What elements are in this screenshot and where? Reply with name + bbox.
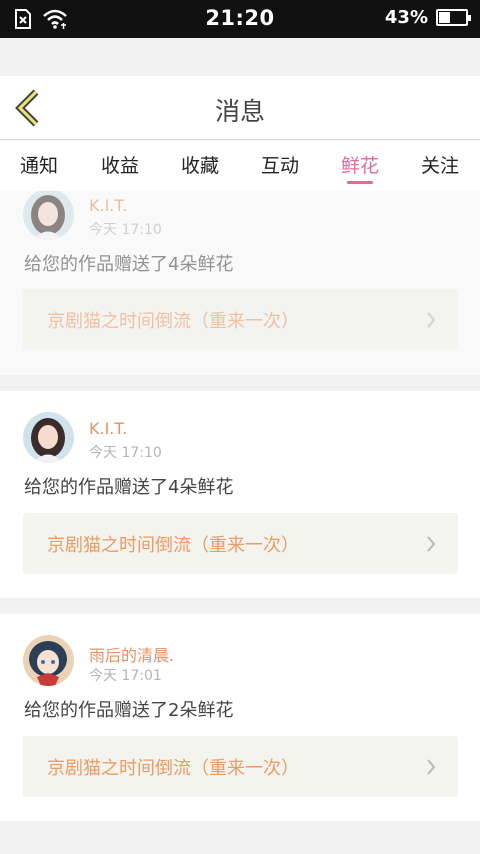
top-spacer xyxy=(0,38,480,76)
message-text: 给您的作品赠送了4朵鲜花 xyxy=(24,477,234,498)
message-list[interactable]: K.I.T. 今天 17:10 给您的作品赠送了4朵鲜花 京剧猫之时间倒流（重来… xyxy=(0,191,480,854)
work-title: 京剧猫之时间倒流（重来一次） xyxy=(47,535,299,556)
chevron-right-icon xyxy=(427,536,436,552)
tab-bar: 通知 收益 收藏 互动 鲜花 关注 xyxy=(0,141,480,191)
message-time: 今天 17:10 xyxy=(89,445,162,461)
list-item[interactable]: 雨后的清晨. 今天 17:01 给您的作品赠送了2朵鲜花 京剧猫之时间倒流（重来… xyxy=(0,614,480,821)
message-text: 给您的作品赠送了2朵鲜花 xyxy=(24,700,234,721)
message-text: 给您的作品赠送了4朵鲜花 xyxy=(24,254,234,275)
work-title: 京剧猫之时间倒流（重来一次） xyxy=(47,311,299,332)
page-title: 消息 xyxy=(214,97,265,126)
battery-fill xyxy=(439,12,451,23)
tab-interactions[interactable]: 互动 xyxy=(248,151,312,178)
tab-earnings[interactable]: 收益 xyxy=(88,151,152,178)
tab-active-indicator xyxy=(347,181,373,184)
chevron-right-icon xyxy=(427,759,436,775)
list-item[interactable]: K.I.T. 今天 17:10 给您的作品赠送了4朵鲜花 京剧猫之时间倒流（重来… xyxy=(0,191,480,375)
list-item[interactable]: K.I.T. 今天 17:10 给您的作品赠送了4朵鲜花 京剧猫之时间倒流（重来… xyxy=(0,391,480,598)
avatar[interactable] xyxy=(23,412,74,463)
work-link[interactable]: 京剧猫之时间倒流（重来一次） xyxy=(23,736,458,797)
sender-name[interactable]: K.I.T. xyxy=(89,196,127,215)
sender-name[interactable]: K.I.T. xyxy=(89,419,127,438)
message-time: 今天 17:10 xyxy=(89,222,162,238)
tab-flowers[interactable]: 鲜花 xyxy=(328,151,392,178)
work-link[interactable]: 京剧猫之时间倒流（重来一次） xyxy=(23,513,458,574)
header: 消息 xyxy=(0,76,480,140)
tab-favorites[interactable]: 收藏 xyxy=(168,151,232,178)
tab-follows[interactable]: 关注 xyxy=(408,151,472,178)
message-time: 今天 17:01 xyxy=(89,668,162,684)
status-bar: 21:20 43% xyxy=(0,0,480,38)
avatar[interactable] xyxy=(23,635,74,686)
sender-name[interactable]: 雨后的清晨. xyxy=(89,642,174,666)
avatar[interactable] xyxy=(23,191,74,240)
tab-notifications[interactable]: 通知 xyxy=(7,151,71,178)
chevron-right-icon xyxy=(427,312,436,328)
work-link[interactable]: 京剧猫之时间倒流（重来一次） xyxy=(23,289,458,350)
battery-icon xyxy=(436,9,471,26)
work-title: 京剧猫之时间倒流（重来一次） xyxy=(47,758,299,779)
battery-percent: 43% xyxy=(384,7,428,28)
